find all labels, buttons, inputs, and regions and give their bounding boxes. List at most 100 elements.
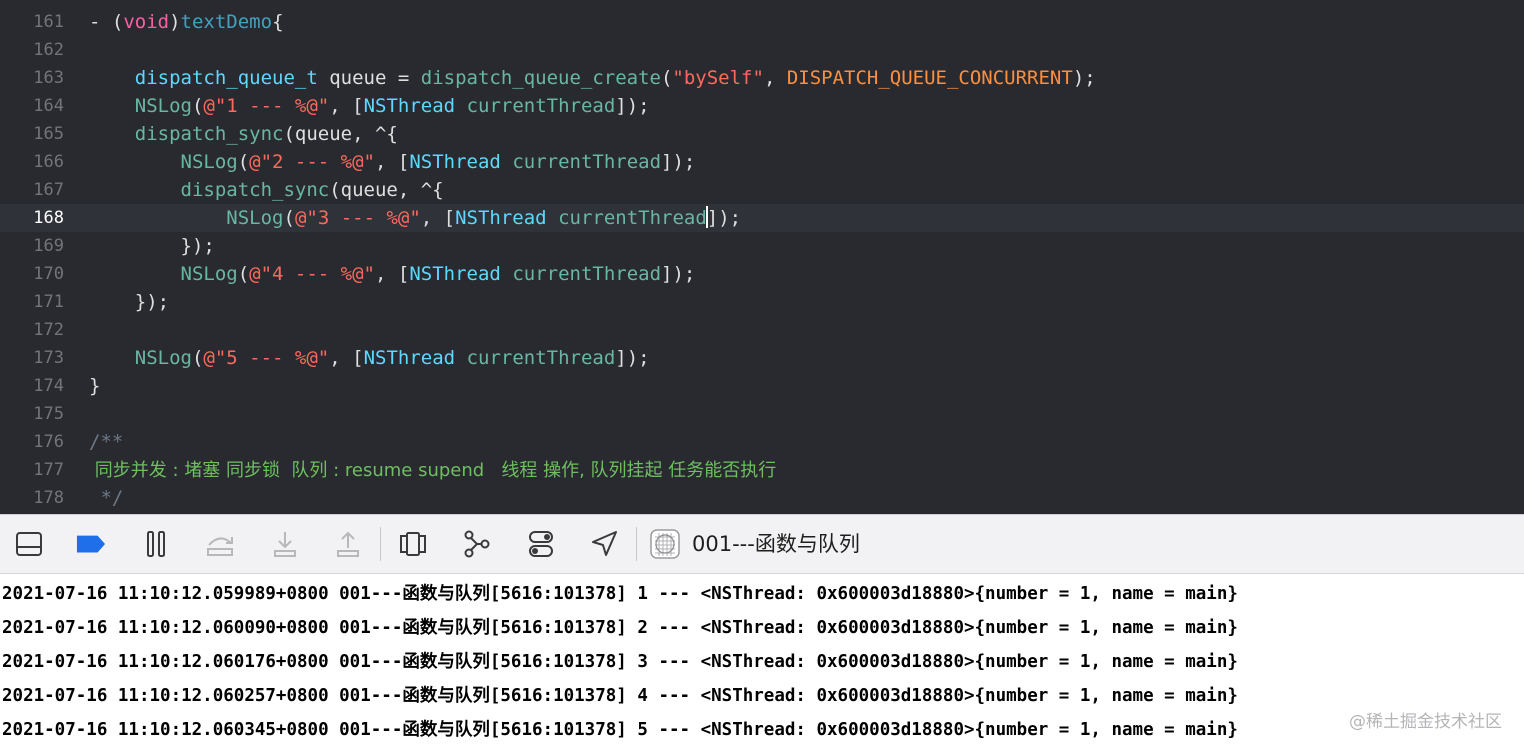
- code-token: currentThread: [558, 207, 707, 229]
- code-line[interactable]: 162: [0, 36, 1524, 64]
- code-line[interactable]: 172: [0, 316, 1524, 344]
- code-token: , [: [329, 347, 364, 369]
- console-output[interactable]: 2021-07-16 11:10:12.059989+0800 001---函数…: [0, 574, 1524, 754]
- code-line[interactable]: 170 NSLog(@"4 --- %@", [NSThread current…: [0, 260, 1524, 288]
- code-token: (: [660, 67, 673, 89]
- line-number: 163: [33, 68, 64, 88]
- code-token: @"3 --- %@": [294, 207, 421, 229]
- code-line[interactable]: 166 NSLog(@"2 --- %@", [NSThread current…: [0, 148, 1524, 176]
- code-token: NSLog: [134, 95, 192, 117]
- code-token: currentThread: [466, 95, 616, 117]
- code-text: dispatch_queue_t queue = dispatch_queue_…: [89, 64, 1096, 92]
- code-token: }: [89, 375, 101, 397]
- step-over-button[interactable]: [205, 529, 235, 559]
- code-text: NSLog(@"3 --- %@", [NSThread currentThre…: [89, 204, 741, 232]
- code-line[interactable]: 167 dispatch_sync(queue, ^{: [0, 176, 1524, 204]
- code-token: ]);: [615, 347, 650, 369]
- code-token: });: [89, 291, 170, 313]
- memory-graph-icon: [464, 530, 490, 558]
- environment-overrides-button[interactable]: [526, 529, 556, 559]
- code-token: (: [283, 207, 295, 229]
- code-token: NSLog: [134, 347, 192, 369]
- code-line[interactable]: 171 });: [0, 288, 1524, 316]
- code-line[interactable]: 175: [0, 400, 1524, 428]
- code-line[interactable]: 169 });: [0, 232, 1524, 260]
- step-out-button[interactable]: [333, 529, 363, 559]
- code-token: "bySelf": [672, 67, 764, 89]
- code-line[interactable]: 178 */: [0, 484, 1524, 512]
- console-log-line: 2021-07-16 11:10:12.060090+0800 001---函数…: [2, 618, 1238, 638]
- watermark: @稀土掘金技术社区: [1349, 712, 1502, 732]
- code-token: });: [89, 235, 215, 257]
- toolbar-separator: [380, 527, 381, 561]
- code-token: dispatch_sync: [134, 123, 284, 145]
- breakpoint-icon: [76, 535, 106, 553]
- step-out-icon: [337, 531, 359, 557]
- pause-button[interactable]: [141, 529, 171, 559]
- code-line[interactable]: 174}: [0, 372, 1524, 400]
- step-into-button[interactable]: [270, 529, 300, 559]
- code-text: NSLog(@"5 --- %@", [NSThread currentThre…: [89, 344, 650, 372]
- source-editor[interactable]: 161- (void)textDemo{162 163 dispatch_queu…: [0, 0, 1524, 514]
- code-line[interactable]: 163 dispatch_queue_t queue = dispatch_qu…: [0, 64, 1524, 92]
- line-number: 175: [33, 404, 64, 424]
- code-token: (: [191, 347, 204, 369]
- code-line[interactable]: 177 同步并发 : 堵塞 同步锁 队列 : resume supend 线程 …: [0, 456, 1524, 484]
- code-token: ]);: [706, 207, 742, 229]
- breakpoints-toggle-button[interactable]: [76, 529, 106, 559]
- code-line[interactable]: 165 dispatch_sync(queue, ^{: [0, 120, 1524, 148]
- code-line[interactable]: 173 NSLog(@"5 --- %@", [NSThread current…: [0, 344, 1524, 372]
- code-token: dispatch_sync: [180, 179, 330, 201]
- code-token: dispatch_queue_t: [134, 67, 318, 89]
- line-number: 171: [33, 292, 64, 312]
- code-token: @"4 --- %@": [249, 263, 376, 285]
- location-arrow-icon: [592, 531, 617, 556]
- line-number: 172: [33, 320, 64, 340]
- code-token: {: [272, 11, 284, 33]
- code-token: (: [191, 95, 204, 117]
- code-token: currentThread: [512, 263, 662, 285]
- toolbar-separator: [636, 527, 637, 561]
- panel-bottom-icon: [16, 532, 42, 556]
- view-debugger-button[interactable]: [398, 529, 428, 559]
- memory-graph-button[interactable]: [462, 529, 492, 559]
- code-token: ]);: [661, 151, 696, 173]
- code-text: NSLog(@"1 --- %@", [NSThread currentThre…: [89, 92, 650, 120]
- code-line[interactable]: 176 /**: [0, 428, 1524, 456]
- code-token: */: [89, 487, 124, 509]
- line-number: 168: [33, 208, 64, 228]
- code-line[interactable]: 168 NSLog(@"3 --- %@", [NSThread current…: [0, 204, 1524, 232]
- line-number: 166: [33, 152, 64, 172]
- code-token: currentThread: [512, 151, 662, 173]
- line-number: 161: [33, 12, 64, 32]
- code-text: */: [89, 484, 123, 512]
- hide-debug-area-button[interactable]: [14, 529, 44, 559]
- scheme-target-label[interactable]: 001---函数与队列: [692, 529, 860, 559]
- simulate-location-button[interactable]: [589, 529, 619, 559]
- code-text: 同步并发 : 堵塞 同步锁 队列 : resume supend 线程 操作, …: [89, 456, 777, 485]
- code-token: @"5 --- %@": [203, 347, 330, 369]
- line-number: 176: [33, 432, 64, 452]
- line-number: 164: [33, 96, 64, 116]
- code-token: (: [237, 263, 250, 285]
- code-token: ): [169, 11, 181, 33]
- code-text: NSLog(@"2 --- %@", [NSThread currentThre…: [89, 148, 696, 176]
- pause-icon: [147, 531, 165, 557]
- code-line[interactable]: 164 NSLog(@"1 --- %@", [NSThread current…: [0, 92, 1524, 120]
- code-token: textDemo: [180, 11, 273, 33]
- code-line[interactable]: 161 - (void)textDemo{: [0, 8, 1524, 36]
- code-token: @"2 --- %@": [249, 151, 376, 173]
- code-token: NSThread: [363, 347, 456, 369]
- line-number: 177: [33, 460, 64, 480]
- code-token: ]);: [661, 263, 696, 285]
- code-text: /**: [89, 428, 123, 456]
- code-token: (queue, ^{: [329, 179, 444, 201]
- code-token: currentThread: [466, 347, 616, 369]
